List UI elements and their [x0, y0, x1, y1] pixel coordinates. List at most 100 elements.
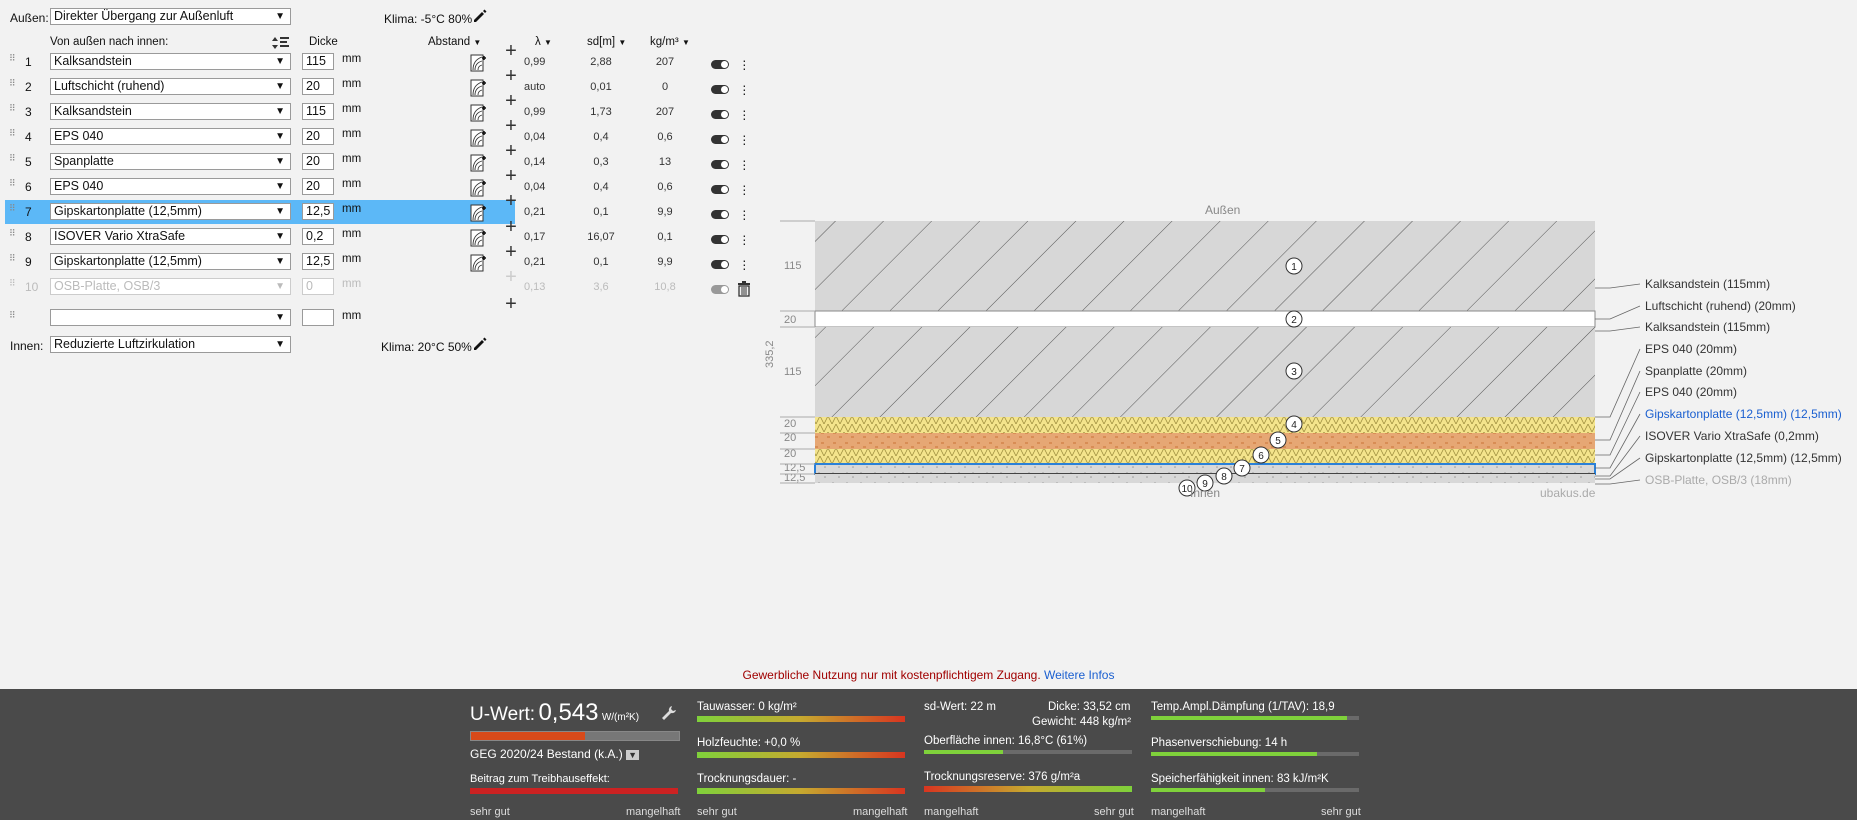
legend-entry[interactable]: Spanplatte (20mm) — [1645, 364, 1747, 378]
new-layer-thickness[interactable] — [302, 309, 334, 326]
pencil-icon[interactable] — [472, 8, 488, 24]
layer-material-select[interactable]: EPS 040 ▼ — [50, 128, 291, 145]
spacing-icon[interactable] — [470, 204, 488, 225]
drag-handle-icon[interactable]: ⠿ — [9, 254, 16, 266]
legend-entry[interactable]: Kalksandstein (115mm) — [1645, 320, 1770, 334]
drag-handle-icon[interactable]: ⠿ — [9, 129, 16, 141]
trash-icon[interactable] — [737, 281, 751, 300]
pencil-icon[interactable] — [472, 336, 488, 352]
layer-material-select[interactable]: Kalksandstein ▼ — [50, 103, 291, 120]
drag-handle-icon[interactable]: ⠿ — [9, 154, 16, 166]
legend-entry[interactable]: Gipskartonplatte (12,5mm) (12,5mm) — [1645, 407, 1842, 421]
legend-entry[interactable]: OSB-Platte, OSB/3 (18mm) — [1645, 473, 1792, 487]
layer-toggle[interactable] — [711, 60, 729, 69]
drag-handle-icon[interactable]: ⠿ — [9, 79, 16, 91]
wrench-icon[interactable] — [661, 705, 677, 721]
layer-8-vario[interactable] — [815, 473, 1595, 474]
layer-toggle[interactable] — [711, 210, 729, 219]
layer-toggle[interactable] — [711, 185, 729, 194]
layer-row[interactable]: ⠿ 2 Luftschicht (ruhend) ▼ 20 mm — [5, 75, 515, 99]
layer-toggle[interactable] — [711, 235, 729, 244]
insert-layer-button[interactable]: + — [501, 141, 521, 161]
layer-6-eps[interactable] — [815, 449, 1595, 464]
outside-select[interactable]: Direkter Übergang zur Außenluft ▼ — [50, 8, 291, 25]
more-options-icon[interactable]: · · · — [742, 228, 747, 250]
spacing-icon[interactable] — [470, 104, 488, 125]
layer-material-select[interactable]: EPS 040 ▼ — [50, 178, 291, 195]
layer-thickness-input[interactable]: 20 — [302, 78, 334, 95]
spacing-icon[interactable] — [470, 129, 488, 150]
layer-2-luftschicht[interactable] — [814, 310, 1596, 328]
add-layer-button[interactable]: + — [501, 294, 521, 314]
more-options-icon[interactable]: · · · — [742, 253, 747, 275]
spacing-icon[interactable] — [470, 54, 488, 75]
insert-layer-button[interactable]: + — [501, 116, 521, 136]
more-options-icon[interactable]: · · · — [742, 153, 747, 175]
layer-thickness-input[interactable]: 115 — [302, 103, 334, 120]
abstand-header[interactable]: Abstand ▼ — [428, 36, 481, 48]
drag-handle-icon[interactable]: ⠿ — [9, 311, 16, 323]
drag-handle-icon[interactable]: ⠿ — [9, 204, 16, 216]
drag-handle-icon[interactable]: ⠿ — [9, 179, 16, 191]
layer-thickness-input[interactable]: 0,2 — [302, 228, 334, 245]
legend-entry[interactable]: EPS 040 (20mm) — [1645, 385, 1737, 399]
layer-toggle[interactable] — [711, 110, 729, 119]
legend-entry[interactable]: ISOVER Vario XtraSafe (0,2mm) — [1645, 429, 1819, 443]
geg-dropdown[interactable]: GEG 2020/24 Bestand (k.A.) ▼ — [470, 747, 640, 761]
layer-row[interactable]: ⠿ 3 Kalksandstein ▼ 115 mm — [5, 100, 515, 124]
layer-4-eps[interactable] — [815, 417, 1595, 433]
notice-link[interactable]: Weitere Infos — [1044, 668, 1114, 682]
sd-header[interactable]: sd[m] ▼ — [587, 36, 626, 48]
drag-handle-icon[interactable]: ⠿ — [9, 279, 16, 291]
more-options-icon[interactable]: · · · — [742, 78, 747, 100]
legend-entry[interactable]: Kalksandstein (115mm) — [1645, 277, 1770, 291]
more-options-icon[interactable]: · · · — [742, 178, 747, 200]
layer-row[interactable]: ⠿ 5 Spanplatte ▼ 20 mm — [5, 150, 515, 174]
layer-row[interactable]: ⠿ 4 EPS 040 ▼ 20 mm — [5, 125, 515, 149]
layer-row[interactable]: ⠿ 1 Kalksandstein ▼ 115 mm — [5, 50, 515, 74]
kg-header[interactable]: kg/m³ ▼ — [650, 36, 690, 48]
layer-thickness-input[interactable]: 20 — [302, 178, 334, 195]
layer-thickness-input[interactable]: 20 — [302, 153, 334, 170]
layer-thickness-input[interactable]: 20 — [302, 128, 334, 145]
lambda-header[interactable]: λ ▼ — [535, 36, 552, 48]
insert-layer-button[interactable]: + — [501, 217, 521, 237]
layer-7-gipskarton[interactable] — [814, 463, 1596, 475]
legend-entry[interactable]: Luftschicht (ruhend) (20mm) — [1645, 299, 1796, 313]
drag-handle-icon[interactable]: ⠿ — [9, 104, 16, 116]
insert-layer-button[interactable]: + — [501, 191, 521, 211]
insert-layer-button[interactable]: + — [501, 91, 521, 111]
layer-5-spanplatte[interactable] — [815, 433, 1595, 449]
layer-row[interactable]: ⠿ 10 OSB-Platte, OSB/3 ▼ 0 mm — [5, 275, 515, 299]
new-layer-select[interactable]: ▼ — [50, 309, 291, 326]
layer-toggle[interactable] — [711, 135, 729, 144]
layer-row[interactable]: ⠿ 7 Gipskartonplatte (12,5mm) ▼ 12,5 mm — [5, 200, 515, 224]
insert-layer-button[interactable]: + — [501, 66, 521, 86]
insert-layer-button[interactable]: + — [501, 242, 521, 262]
more-options-icon[interactable]: · · · — [742, 128, 747, 150]
layer-material-select[interactable]: Luftschicht (ruhend) ▼ — [50, 78, 291, 95]
layer-toggle[interactable] — [711, 85, 729, 94]
layer-material-select[interactable]: ISOVER Vario XtraSafe ▼ — [50, 228, 291, 245]
layer-material-select[interactable]: Gipskartonplatte (12,5mm) ▼ — [50, 253, 291, 270]
drag-handle-icon[interactable]: ⠿ — [9, 54, 16, 66]
layer-toggle[interactable] — [711, 260, 729, 269]
insert-layer-button[interactable]: + — [501, 166, 521, 186]
legend-entry[interactable]: EPS 040 (20mm) — [1645, 342, 1737, 356]
drag-handle-icon[interactable]: ⠿ — [9, 229, 16, 241]
more-options-icon[interactable]: · · · — [742, 103, 747, 125]
sort-icon[interactable] — [272, 36, 290, 50]
more-options-icon[interactable]: · · · — [742, 53, 747, 75]
layer-thickness-input[interactable]: 115 — [302, 53, 334, 70]
more-options-icon[interactable]: · · · — [742, 203, 747, 225]
layer-row[interactable]: ⠿ 8 ISOVER Vario XtraSafe ▼ 0,2 mm — [5, 225, 515, 249]
layer-toggle[interactable] — [711, 160, 729, 169]
layer-material-select[interactable]: Gipskartonplatte (12,5mm) ▼ — [50, 203, 291, 220]
spacing-icon[interactable] — [470, 154, 488, 175]
layer-material-select[interactable]: OSB-Platte, OSB/3 ▼ — [50, 278, 291, 295]
layer-row[interactable]: ⠿ 6 EPS 040 ▼ 20 mm — [5, 175, 515, 199]
insert-layer-button[interactable]: + — [501, 41, 521, 61]
spacing-icon[interactable] — [470, 229, 488, 250]
layer-row[interactable]: ⠿ 9 Gipskartonplatte (12,5mm) ▼ 12,5 mm — [5, 250, 515, 274]
spacing-icon[interactable] — [470, 79, 488, 100]
